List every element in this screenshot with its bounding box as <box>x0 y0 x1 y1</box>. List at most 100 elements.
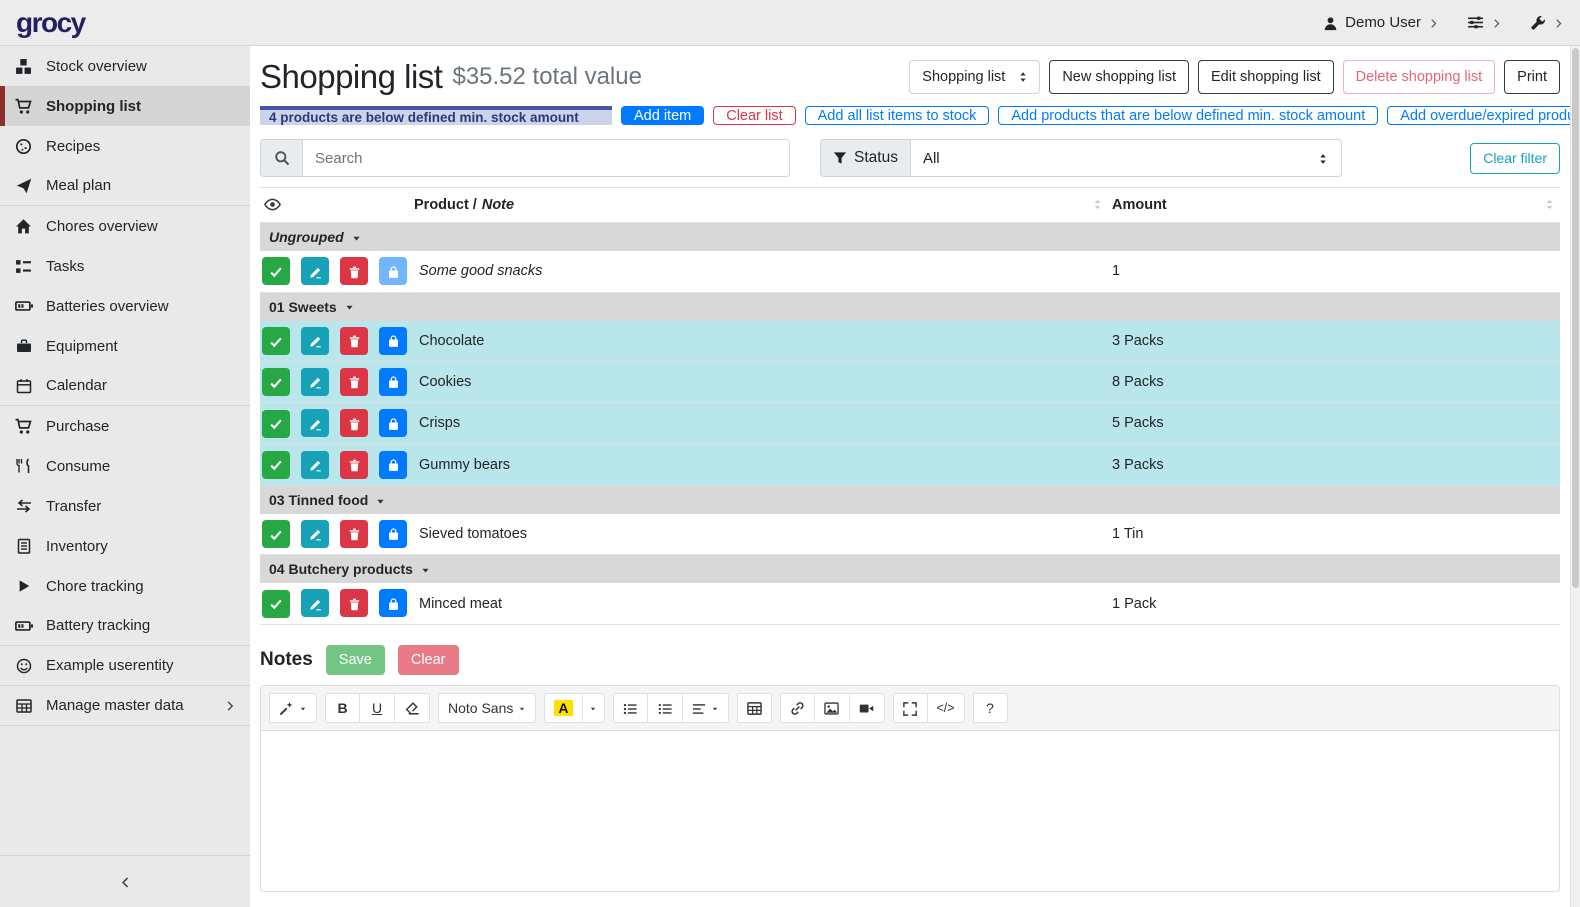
edit-item-button[interactable] <box>301 409 329 437</box>
mark-done-button[interactable] <box>262 368 290 396</box>
sidebar-collapse-button[interactable] <box>0 855 250 907</box>
sidebar-item-batteries-overview[interactable]: Batteries overview <box>0 286 250 326</box>
product-column-header[interactable]: Product /Note <box>414 197 514 213</box>
clear-list-button[interactable]: Clear list <box>713 106 795 125</box>
highlight-color-button[interactable]: A <box>544 693 582 723</box>
pencil-icon <box>309 596 322 611</box>
clear-notes-button[interactable]: Clear <box>398 645 459 675</box>
notes-editor-body[interactable] <box>261 731 1559 891</box>
delete-shopping-list-button[interactable]: Delete shopping list <box>1343 60 1496 94</box>
help-button[interactable]: ? <box>973 693 1008 723</box>
edit-item-button[interactable] <box>301 368 329 396</box>
tasks-icon <box>14 258 33 275</box>
color-dropdown-button[interactable] <box>583 693 605 723</box>
add-overdue-button[interactable]: Add overdue/expired products <box>1387 106 1570 125</box>
add-item-button[interactable]: Add item <box>621 106 704 125</box>
sidebar-item-tasks[interactable]: Tasks <box>0 246 250 286</box>
delete-item-button[interactable] <box>340 327 368 355</box>
product-group-row[interactable]: 01 Sweets <box>260 292 1560 321</box>
clear-filter-button[interactable]: Clear filter <box>1470 143 1560 174</box>
delete-item-button[interactable] <box>340 257 368 285</box>
sidebar-item-recipes[interactable]: Recipes <box>0 126 250 166</box>
clear-formatting-button[interactable] <box>395 693 430 723</box>
settings-menu[interactable] <box>1467 14 1502 32</box>
save-notes-button[interactable]: Save <box>326 645 385 675</box>
product-group-row[interactable]: 04 Butchery products <box>260 555 1560 584</box>
sidebar-item-shopping-list[interactable]: Shopping list <box>0 86 250 126</box>
sidebar-item-example-userentity[interactable]: Example userentity <box>0 646 250 686</box>
sidebar-item-equipment[interactable]: Equipment <box>0 326 250 366</box>
add-to-stock-button[interactable] <box>379 409 407 437</box>
edit-item-button[interactable] <box>301 451 329 479</box>
sidebar-item-calendar[interactable]: Calendar <box>0 366 250 406</box>
insert-video-button[interactable] <box>850 693 885 723</box>
grocy-logo[interactable]: grocy <box>16 7 85 39</box>
edit-item-button[interactable] <box>301 520 329 548</box>
admin-menu[interactable] <box>1530 14 1564 31</box>
sidebar-item-meal-plan[interactable]: Meal plan <box>0 166 250 206</box>
sort-product-icon[interactable] <box>1091 197 1104 213</box>
unordered-list-button[interactable] <box>613 693 648 723</box>
font-family-button[interactable]: Noto Sans <box>438 693 536 723</box>
sidebar-item-consume[interactable]: Consume <box>0 446 250 486</box>
mark-done-button[interactable] <box>262 327 290 355</box>
new-shopping-list-button[interactable]: New shopping list <box>1049 60 1189 94</box>
check-icon <box>269 416 283 431</box>
ordered-list-button[interactable] <box>648 693 683 723</box>
mark-done-button[interactable] <box>262 451 290 479</box>
edit-item-button[interactable] <box>301 257 329 285</box>
sidebar-item-transfer[interactable]: Transfer <box>0 486 250 526</box>
bold-button[interactable]: B <box>325 693 360 723</box>
product-group-row[interactable]: 03 Tinned food <box>260 485 1560 514</box>
sidebar-item-inventory[interactable]: Inventory <box>0 526 250 566</box>
add-to-stock-button[interactable] <box>379 327 407 355</box>
sidebar-item-battery-tracking[interactable]: Battery tracking <box>0 606 250 646</box>
min-stock-alert[interactable]: 4 products are below defined min. stock … <box>260 106 612 125</box>
magic-style-button[interactable] <box>269 693 317 723</box>
add-to-stock-button[interactable] <box>379 520 407 548</box>
delete-item-button[interactable] <box>340 589 368 617</box>
edit-shopping-list-button[interactable]: Edit shopping list <box>1198 60 1334 94</box>
add-below-min-stock-button[interactable]: Add products that are below defined min.… <box>998 106 1378 125</box>
insert-link-button[interactable] <box>780 693 815 723</box>
fullscreen-button[interactable] <box>893 693 928 723</box>
mark-done-button[interactable] <box>262 257 290 285</box>
mark-done-button[interactable] <box>262 520 290 548</box>
mark-done-button[interactable] <box>262 410 290 438</box>
table-icon <box>747 699 762 716</box>
sort-amount-icon[interactable] <box>1543 197 1556 213</box>
add-all-to-stock-button[interactable]: Add all list items to stock <box>805 106 990 125</box>
underline-button[interactable]: U <box>360 693 395 723</box>
shopping-list-select[interactable]: Shopping list <box>909 60 1040 94</box>
add-to-stock-button[interactable] <box>379 257 407 285</box>
add-to-stock-button[interactable] <box>379 451 407 479</box>
insert-table-button[interactable] <box>737 693 772 723</box>
scrollbar-thumb[interactable] <box>1572 48 1579 588</box>
edit-item-button[interactable] <box>301 589 329 617</box>
caret-down-icon <box>589 700 597 716</box>
print-button[interactable]: Print <box>1504 60 1560 94</box>
sidebar-item-purchase[interactable]: Purchase <box>0 406 250 446</box>
toggle-done-items-button[interactable] <box>264 196 281 212</box>
sidebar-item-stock-overview[interactable]: Stock overview <box>0 46 250 86</box>
sidebar-item-chores-overview[interactable]: Chores overview <box>0 206 250 246</box>
amount-column-header[interactable]: Amount <box>1112 197 1167 213</box>
edit-item-button[interactable] <box>301 327 329 355</box>
sidebar-item-manage-master-data[interactable]: Manage master data <box>0 686 250 726</box>
insert-picture-button[interactable] <box>815 693 850 723</box>
delete-item-button[interactable] <box>340 368 368 396</box>
delete-item-button[interactable] <box>340 451 368 479</box>
sidebar: Stock overview Shopping list Recipes Mea… <box>0 46 250 907</box>
user-menu[interactable]: Demo User <box>1323 14 1439 31</box>
product-group-row[interactable]: Ungrouped <box>260 223 1560 252</box>
code-view-button[interactable]: </> <box>928 693 965 723</box>
status-select[interactable]: All <box>911 139 1342 177</box>
sidebar-item-chore-tracking[interactable]: Chore tracking <box>0 566 250 606</box>
mark-done-button[interactable] <box>262 590 290 618</box>
paragraph-align-button[interactable] <box>683 693 729 723</box>
delete-item-button[interactable] <box>340 520 368 548</box>
add-to-stock-button[interactable] <box>379 368 407 396</box>
add-to-stock-button[interactable] <box>379 589 407 617</box>
delete-item-button[interactable] <box>340 409 368 437</box>
search-input[interactable] <box>303 140 789 176</box>
